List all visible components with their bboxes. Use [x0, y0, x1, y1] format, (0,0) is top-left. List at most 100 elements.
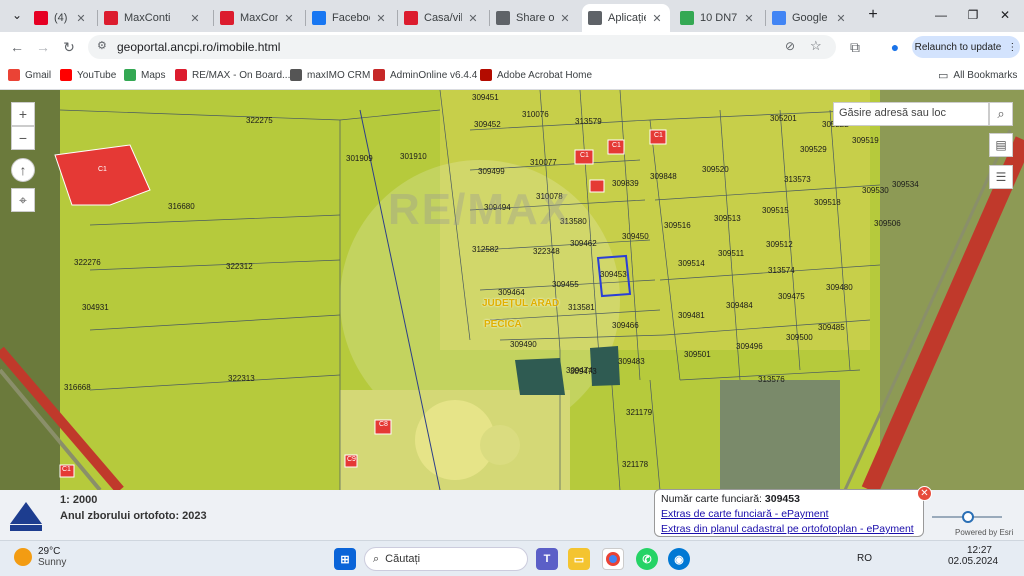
browser-toolbar: ← → ↻ ⚙ geoportal.ancpi.ro/imobile.html … — [0, 32, 1024, 62]
bookmark-2[interactable]: YouTube — [60, 69, 116, 81]
parcel-number-label: 309484 — [726, 301, 753, 310]
teams-icon[interactable]: T — [536, 548, 558, 570]
tab-close-icon[interactable]: ✕ — [74, 12, 88, 25]
bookmark-favicon-icon — [8, 69, 20, 81]
parcel-number-label: 309839 — [612, 179, 639, 188]
bookmark-4[interactable]: RE/MAX - On Board... — [175, 69, 290, 81]
relaunch-button[interactable]: Relaunch to update ⋮ — [912, 36, 1020, 58]
search-input[interactable]: Găsire adresă sau loc — [833, 102, 989, 126]
parcel-number-label: 309499 — [478, 167, 505, 176]
map-view[interactable]: 322275 301909 301910 316680 322276 322312 3049… — [0, 90, 1024, 490]
layer-list-icon[interactable]: ☰ — [989, 165, 1013, 189]
ancpi-logo — [6, 498, 46, 534]
parcel-number-label: 309500 — [786, 333, 813, 342]
tab-close-icon[interactable]: ✕ — [742, 12, 756, 25]
parcel-number-label: 322313 — [228, 374, 255, 383]
google-earth-icon — [772, 11, 786, 25]
zoom-out-button[interactable]: − — [11, 126, 35, 150]
tab-separator — [397, 10, 398, 26]
taskbar-search[interactable]: ⌕ Căutați — [364, 547, 528, 571]
popup-close-icon[interactable]: ✕ — [917, 486, 932, 501]
opacity-slider-handle[interactable] — [962, 511, 974, 523]
tab-6[interactable]: Share on ✕ — [490, 4, 578, 32]
parcel-number-label: 322276 — [74, 258, 101, 267]
tab-5[interactable]: Casa/vila ✕ — [398, 4, 486, 32]
extensions-icon[interactable]: ⧉ — [844, 36, 866, 58]
tab-close-icon[interactable]: ✕ — [282, 12, 296, 25]
tab-title: MaxConti — [240, 12, 278, 24]
taskbar-search-label: Căutați — [385, 553, 421, 565]
sun-icon — [14, 548, 32, 566]
tab-close-icon[interactable]: ✕ — [558, 12, 572, 25]
tab-8[interactable]: 10 DN7 - ✕ — [674, 4, 762, 32]
bookmark-1[interactable]: Gmail — [8, 69, 51, 81]
cadastral-extract-link[interactable]: Extras din planul cadastral pe ortofotop… — [661, 523, 914, 535]
reload-button[interactable]: ↻ — [58, 36, 80, 58]
chrome-icon[interactable] — [602, 548, 624, 570]
maximize-button[interactable]: ❐ — [958, 4, 988, 26]
file-explorer-icon[interactable]: ▭ — [568, 548, 590, 570]
windows-start-icon[interactable]: ⊞ — [334, 548, 356, 570]
compass-button[interactable]: ↑ — [11, 158, 35, 182]
temperature: 29°C — [38, 546, 61, 557]
profile-icon[interactable]: ● — [884, 36, 906, 58]
search-icon[interactable]: ⌕ — [989, 102, 1013, 126]
tab-close-icon[interactable]: ✕ — [466, 12, 480, 25]
new-tab-button[interactable]: + — [858, 4, 888, 26]
all-bookmarks-button[interactable]: ▭ All Bookmarks — [938, 69, 1017, 82]
tab-3[interactable]: MaxConti ✕ — [214, 4, 302, 32]
tab-4[interactable]: Facebook ✕ — [306, 4, 394, 32]
basemap-gallery-icon[interactable]: ▤ — [989, 133, 1013, 157]
messenger-icon[interactable]: ◉ — [668, 548, 690, 570]
bookmark-5[interactable]: maxIMO CRM — [290, 69, 370, 81]
parcel-number-label: 304931 — [82, 303, 109, 312]
bookmark-favicon-icon — [373, 69, 385, 81]
bookmark-6[interactable]: AdminOnline v6.4.4 — [373, 69, 477, 81]
eye-off-icon[interactable]: ⊘ — [785, 39, 795, 53]
tab-7[interactable]: Aplicație ✕ — [582, 4, 670, 32]
building-label: C1 — [612, 142, 621, 149]
tab-close-icon[interactable]: ✕ — [834, 12, 848, 25]
language-indicator[interactable]: RO — [857, 553, 872, 564]
tab-2[interactable]: MaxConti ✕ — [98, 4, 208, 32]
back-button[interactable]: ← — [6, 36, 28, 58]
tab-9[interactable]: Google Ea ✕ — [766, 4, 854, 32]
minimize-button[interactable]: — — [926, 4, 956, 26]
site-info-icon[interactable]: ⚙ — [97, 39, 107, 52]
parcel-number-label: 309453 — [600, 270, 627, 279]
map-scale: 1: 2000 — [60, 494, 98, 506]
bookmark-star-icon[interactable]: ☆ — [810, 38, 822, 54]
whatsapp-icon[interactable]: ✆ — [636, 548, 658, 570]
parcel-number-label: 309514 — [678, 259, 705, 268]
share-icon — [496, 11, 510, 25]
more-menu-icon: ⋮ — [1007, 41, 1018, 53]
parcel-number-label: 309530 — [862, 186, 889, 195]
bookmark-7[interactable]: Adobe Acrobat Home — [480, 69, 592, 81]
parcel-number-label: 313574 — [768, 266, 795, 275]
tab-separator — [213, 10, 214, 26]
address-bar[interactable]: ⚙ geoportal.ancpi.ro/imobile.html ⊘ ☆ — [88, 35, 836, 59]
bookmark-3[interactable]: Maps — [124, 69, 165, 81]
windows-taskbar: 29°C Sunny ⊞ ⌕ Căutați T ▭ ✆ ◉ RO 12:27 0… — [0, 540, 1024, 576]
tab-title: (4) Portof — [54, 12, 70, 24]
bookmark-label: YouTube — [77, 69, 117, 81]
cf-extract-link[interactable]: Extras de carte funciară - ePayment — [661, 508, 829, 520]
globe-icon — [588, 11, 602, 25]
close-window-button[interactable]: ✕ — [990, 4, 1020, 26]
tab-1[interactable]: (4) Portof ✕ — [28, 4, 94, 32]
forward-button[interactable]: → — [32, 36, 54, 58]
parcel-number-label: 309450 — [622, 232, 649, 241]
tab-separator — [305, 10, 306, 26]
zoom-in-button[interactable]: + — [11, 102, 35, 126]
parcel-number-label: 309513 — [714, 214, 741, 223]
parcel-number-label: 309515 — [762, 206, 789, 215]
weather-widget[interactable]: 29°C Sunny — [14, 546, 66, 568]
building-label: C1 — [62, 466, 71, 473]
clock[interactable]: 12:27 02.05.2024 — [948, 545, 998, 567]
weather-condition: Sunny — [38, 557, 67, 568]
locate-button[interactable]: ⌖ — [11, 188, 35, 212]
tab-close-icon[interactable]: ✕ — [188, 12, 202, 25]
tab-close-icon[interactable]: ✕ — [374, 12, 388, 25]
tab-close-icon[interactable]: ✕ — [650, 12, 664, 25]
parcel-number-label: 310076 — [522, 110, 549, 119]
